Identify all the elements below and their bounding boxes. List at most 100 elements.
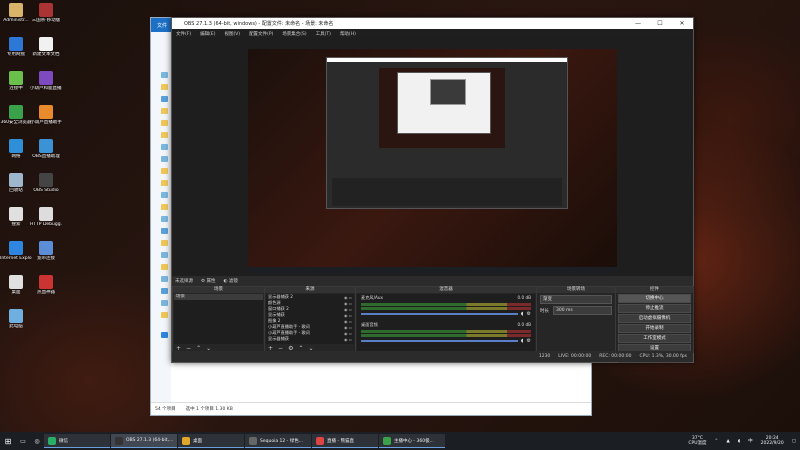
- desktop-icon[interactable]: OBS直播助理: [30, 139, 62, 159]
- desktop-icon[interactable]: 三国杀·移动版: [30, 3, 62, 23]
- control-button[interactable]: 停止推流: [618, 304, 691, 313]
- windows-start-icon[interactable]: ⊞: [0, 434, 16, 448]
- app-icon: [9, 241, 23, 255]
- volume-slider[interactable]: [361, 340, 518, 342]
- desktop-icon[interactable]: 连接中: [0, 71, 32, 91]
- nested-obs-window: [326, 57, 568, 209]
- desktop-icon-label: 连接中: [9, 86, 23, 91]
- explorer-file-tab[interactable]: 文件: [151, 18, 173, 32]
- task-view-icon[interactable]: ▭: [16, 434, 30, 448]
- volume-icon[interactable]: ◖: [738, 439, 740, 444]
- mixer-channels: 麦克风/Aux 0.0 dB ◖ ⚙ 桌面音频 0.0 dB ◖ ⚙: [357, 294, 535, 351]
- mixer-channel: 桌面音频 0.0 dB ◖ ⚙: [357, 321, 535, 344]
- folder-icon: [161, 144, 168, 150]
- chat-icon[interactable]: ◎: [30, 434, 44, 448]
- menu-item[interactable]: 场景集合(S): [282, 31, 306, 37]
- taskbar-app-button[interactable]: 直播 - 熊猫直: [312, 434, 378, 448]
- control-button[interactable]: 工作室模式: [618, 334, 691, 343]
- desktop-icon[interactable]: 搜索: [0, 207, 32, 227]
- obs-preview-canvas[interactable]: [248, 49, 617, 273]
- speaker-icon[interactable]: ◖: [521, 338, 524, 344]
- lock-icon[interactable]: ▫: [349, 325, 354, 330]
- system-tray: 37°C CPU温度 ⌃ ▲ ◖ 中 20:24 2022/9/20 ▢: [688, 432, 796, 450]
- ime-icon[interactable]: 中: [748, 438, 753, 444]
- filters-button[interactable]: ◐ 滤镜: [223, 278, 237, 284]
- menu-item[interactable]: 配置文件(P): [249, 31, 273, 37]
- menu-item[interactable]: 文件(F): [176, 31, 191, 37]
- source-name: 显示器捕获: [268, 336, 289, 341]
- taskbar-apps: 微信 OBS 27.1.3 (64-bit,... 桌面 Sequoia 12 - 绿…: [44, 434, 446, 448]
- folder-icon: [161, 156, 168, 162]
- properties-button[interactable]: ⚙ 属性: [201, 278, 215, 284]
- channel-name: 麦克风/Aux: [361, 295, 383, 300]
- scene-transitions-dock: 场景转场 渐变 时长 300 ms: [536, 286, 616, 353]
- sources-list[interactable]: 显示器捕获 2 ◉ ▫ 颜色源 ◉ ▫ 窗口捕获 2 ◉ ▫ 显示捕获 ◉ ▫ 图像 2 ◉ ▫ 小葫芦直播助…: [266, 294, 354, 344]
- lock-icon[interactable]: ▫: [349, 307, 354, 312]
- desktop-icon[interactable]: 回收站: [0, 173, 32, 193]
- gear-icon[interactable]: ⚙: [527, 338, 531, 344]
- tray-chevron-icon[interactable]: ⌃: [715, 439, 719, 444]
- maximize-icon[interactable]: ☐: [649, 20, 671, 27]
- source-item[interactable]: 显示器捕获 ◉ ▫: [266, 336, 354, 342]
- lock-icon[interactable]: ▫: [349, 337, 354, 342]
- scenes-list[interactable]: 场景: [174, 294, 263, 344]
- desktop-icon[interactable]: 专用网盘: [0, 37, 32, 57]
- notification-icon[interactable]: ▢: [792, 439, 796, 444]
- lock-icon[interactable]: ▫: [349, 331, 354, 336]
- menu-item[interactable]: 帮助(H): [340, 31, 356, 37]
- menu-item[interactable]: 工具(T): [316, 31, 331, 37]
- volume-meter: [361, 334, 531, 337]
- lock-icon[interactable]: ▫: [349, 301, 354, 306]
- taskbar-app-button[interactable]: 微信: [44, 434, 110, 448]
- desktop-icon[interactable]: 网络: [0, 139, 32, 159]
- clock[interactable]: 20:24 2022/9/20: [761, 436, 784, 447]
- desktop-icon[interactable]: 新建文本文档: [30, 37, 62, 57]
- desktop-icon[interactable]: 小葫芦直播助手: [30, 105, 62, 125]
- desktop-icon[interactable]: 360安全浏览器: [0, 105, 32, 125]
- transition-type-select[interactable]: 渐变: [540, 295, 612, 304]
- obs-title-bar[interactable]: OBS 27.1.3 (64-bit, windows) - 配置文件: 未命名…: [172, 18, 693, 29]
- desktop-icon[interactable]: 小葫芦和鹿直播助手 4.2: [30, 71, 62, 91]
- preview-taskbar: [248, 267, 617, 273]
- desktop-icon[interactable]: 宽带连接: [30, 241, 62, 261]
- lock-icon[interactable]: ▫: [349, 295, 354, 300]
- explorer-navigation-pane[interactable]: [151, 32, 171, 403]
- explorer-selection-info: 选中 1 个项目 1.30 KB: [185, 407, 233, 412]
- gear-icon[interactable]: ⚙: [527, 311, 531, 317]
- folder-icon: [161, 300, 168, 306]
- channel-db: 0.0 dB: [517, 295, 531, 300]
- desktop-icon[interactable]: 热血神器: [30, 275, 62, 295]
- obs-preview-area: [172, 38, 693, 276]
- control-button[interactable]: 切换中心: [618, 294, 691, 303]
- folder-icon: [161, 276, 168, 282]
- taskbar-app-button[interactable]: Sequoia 12 - 绿色...: [245, 434, 311, 448]
- duration-input[interactable]: 300 ms: [553, 306, 612, 315]
- desktop-icon[interactable]: Administr...: [0, 3, 32, 23]
- speaker-icon[interactable]: ◖: [521, 311, 524, 317]
- menu-item[interactable]: 编辑(E): [200, 31, 215, 37]
- obs-window[interactable]: OBS 27.1.3 (64-bit, windows) - 配置文件: 未命名…: [171, 17, 694, 363]
- desktop-icon[interactable]: 桌面: [0, 275, 32, 295]
- source-toolbar: 未选择源 ⚙ 属性 ◐ 滤镜: [172, 276, 693, 286]
- control-button[interactable]: 启动虚拟摄像机: [618, 314, 691, 323]
- channel-db: 0.0 dB: [517, 322, 531, 327]
- obs-window-title: OBS 27.1.3 (64-bit, windows) - 配置文件: 未命名…: [184, 21, 334, 27]
- lock-icon[interactable]: ▫: [349, 313, 354, 318]
- lock-icon[interactable]: ▫: [349, 319, 354, 324]
- network-icon[interactable]: ▲: [726, 439, 729, 444]
- scene-item[interactable]: 场景: [174, 294, 263, 300]
- desktop-icon[interactable]: OBS Studio: [30, 173, 62, 193]
- close-icon[interactable]: ✕: [671, 20, 693, 27]
- explorer-item-count: 54 个项目: [155, 407, 176, 412]
- desktop-icon[interactable]: 此电脑: [0, 309, 32, 329]
- volume-slider[interactable]: [361, 313, 518, 315]
- folder-icon: [161, 228, 168, 234]
- minimize-icon[interactable]: —: [627, 20, 649, 27]
- desktop-icon[interactable]: Internet Explorer: [0, 241, 32, 261]
- taskbar-app-button[interactable]: 主播中心 - 360极...: [379, 434, 445, 448]
- taskbar-app-button[interactable]: 桌面: [178, 434, 244, 448]
- taskbar-app-button[interactable]: OBS 27.1.3 (64-bit,...: [111, 434, 177, 448]
- desktop-icon[interactable]: HTTP Debugg...: [30, 207, 62, 227]
- menu-item[interactable]: 视图(V): [224, 31, 240, 37]
- control-button[interactable]: 开始录制: [618, 324, 691, 333]
